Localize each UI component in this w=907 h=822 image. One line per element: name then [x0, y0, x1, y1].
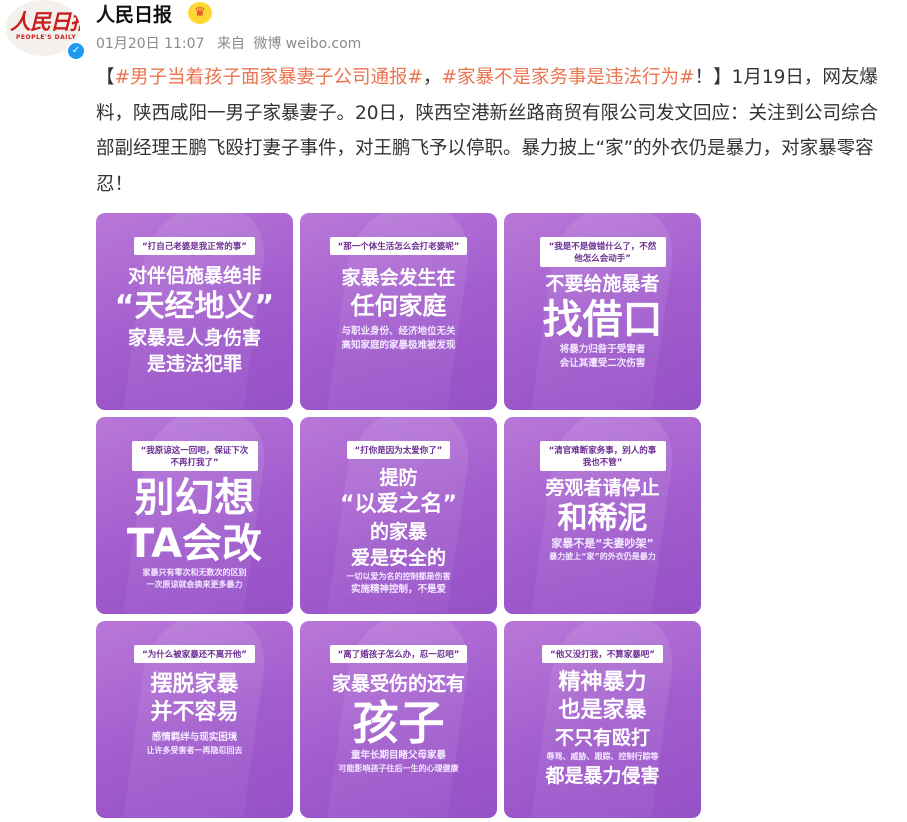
tile-quote: “离了婚孩子怎么办，忍一忍吧” [329, 645, 468, 663]
tile-quote: “打自己老婆是我正常的事” [134, 237, 255, 255]
tile-quote: “清官难断家务事，别人的事我也不管” [539, 441, 666, 471]
tile-line: 不要给施暴者 [545, 273, 660, 295]
exclamation: ！ [694, 67, 714, 88]
tile-line: 和稀泥 [557, 501, 648, 536]
tile-line: 不只有殴打 [554, 727, 650, 749]
tile-line: “天经地义” [114, 289, 275, 324]
image-tile[interactable]: “离了婚孩子怎么办，忍一忍吧” 家暴受伤的还有 孩子 童年长期目睹父母家暴 可能… [300, 621, 497, 818]
tile-quote: “他又没打我，不算家暴吧” [542, 645, 663, 663]
post-time[interactable]: 01月20日 11:07 [96, 36, 204, 52]
tile-line: 孩子 [352, 696, 445, 750]
logo-subtext: PEOPLE'S DAILY [16, 34, 77, 41]
tile-line: 爱是安全的 [350, 547, 446, 569]
post-text: 【#男子当着孩子面家暴妻子公司通报#，#家暴不是家务事是违法行为#！】1月19日… [96, 60, 896, 202]
tile-line: TA会改 [126, 521, 263, 567]
tile-quote: “那一个体生活怎么会打老婆呢” [329, 237, 468, 255]
post-source[interactable]: 微博 weibo.com [253, 36, 361, 52]
tile-line: 别幻想 [134, 475, 255, 521]
tile-line: 精神暴力 [558, 670, 647, 695]
tile-line: “以爱之名” [340, 492, 457, 517]
post-meta: 01月20日 11:07 来自 微博 weibo.com [96, 33, 369, 53]
tile-quote: “为什么被家暴还不离开他” [134, 645, 255, 663]
tile-line: 可能影响孩子往后一生的心理健康 [338, 764, 459, 773]
tile-line: 摆脱家暴 [150, 672, 239, 697]
bracket: 【 [96, 67, 115, 88]
tile-line: 与职业身份、经济地位无关 [341, 326, 456, 337]
tile-line: 一切以爱为名的控制都是伤害 [346, 572, 451, 581]
image-tile[interactable]: “清官难断家务事，别人的事我也不管” 旁观者请停止 和稀泥 家暴不是“夫妻吵架”… [504, 417, 701, 614]
tile-line: 提防 [379, 467, 418, 489]
tile-line: 家暴受伤的还有 [331, 673, 465, 695]
logo-text: 人民日报 [10, 9, 80, 34]
tile-line: 家暴会发生在 [341, 267, 456, 289]
source-prefix: 来自 [216, 36, 245, 52]
tile-line: 并不容易 [150, 700, 239, 725]
tile-line: 也是家暴 [558, 698, 647, 723]
image-tile[interactable]: “他又没打我，不算家暴吧” 精神暴力 也是家暴 不只有殴打 辱骂、威胁、跟踪、控… [504, 621, 701, 818]
tile-line: 是违法犯罪 [146, 353, 242, 375]
image-tile[interactable]: “我是不是做错什么了，不然他怎么会动手” 不要给施暴者 找借口 将暴力归咎于受害… [504, 213, 701, 410]
tile-line: 感情羁绊与现实困境 [151, 732, 238, 743]
tile-quote: “打你是因为太爱你了” [346, 441, 451, 459]
tile-line: 会让其遭受二次伤害 [559, 358, 646, 369]
tile-line: 一次原谅就会换来更多暴力 [146, 580, 243, 589]
tile-line: 任何家庭 [350, 292, 447, 320]
tile-quote: “我原谅这一回吧，保证下次不再打我了” [131, 441, 258, 471]
tile-line: 找借口 [542, 297, 663, 343]
tile-line: 的家暴 [369, 521, 427, 543]
tile-line: 家暴只有零次和无数次的区别 [142, 568, 247, 577]
tile-line: 让许多受害者一再隐忍回去 [146, 746, 243, 755]
image-tile[interactable]: “那一个体生活怎么会打老婆呢” 家暴会发生在 任何家庭 与职业身份、经济地位无关… [300, 213, 497, 410]
image-grid: “打自己老婆是我正常的事” 对伴侣施暴绝非 “天经地义” 家暴是人身伤害 是违法… [96, 213, 702, 819]
hashtag-link[interactable]: #家暴不是家务事是违法行为# [442, 67, 695, 88]
tile-line: 高知家庭的家暴极难被发现 [341, 340, 456, 351]
tile-line: 暴力披上“家”的外衣仍是暴力 [549, 552, 656, 561]
verified-badge-icon: ✓ [66, 41, 86, 61]
tile-line: 童年长期目睹父母家暴 [350, 750, 446, 761]
tile-quote: “我是不是做错什么了，不然他怎么会动手” [539, 237, 666, 267]
tile-line: 家暴是人身伤害 [127, 327, 261, 349]
image-tile[interactable]: “我原谅这一回吧，保证下次不再打我了” 别幻想 TA会改 家暴只有零次和无数次的… [96, 417, 293, 614]
hashtag-link[interactable]: #男子当着孩子面家暴妻子公司通报# [115, 67, 424, 88]
tile-line: 实施精神控制，不是爱 [350, 584, 446, 595]
crown-icon[interactable]: ♛ [188, 2, 212, 24]
tile-line: 将暴力归咎于受害者 [559, 344, 646, 355]
account-name[interactable]: 人民日报 [96, 0, 172, 27]
tile-line: 对伴侣施暴绝非 [127, 265, 261, 287]
image-tile[interactable]: “打你是因为太爱你了” 提防 “以爱之名” 的家暴 爱是安全的 一切以爱为名的控… [300, 417, 497, 614]
comma: ， [423, 67, 442, 88]
image-tile[interactable]: “为什么被家暴还不离开他” 摆脱家暴 并不容易 感情羁绊与现实困境 让许多受害者… [96, 621, 293, 818]
image-tile[interactable]: “打自己老婆是我正常的事” 对伴侣施暴绝非 “天经地义” 家暴是人身伤害 是违法… [96, 213, 293, 410]
tile-line: 家暴不是“夫妻吵架” [551, 537, 654, 550]
tile-line: 旁观者请停止 [545, 477, 660, 499]
tile-line: 辱骂、威胁、跟踪、控制行踪等 [546, 752, 659, 761]
tile-line: 都是暴力侵害 [545, 765, 660, 787]
